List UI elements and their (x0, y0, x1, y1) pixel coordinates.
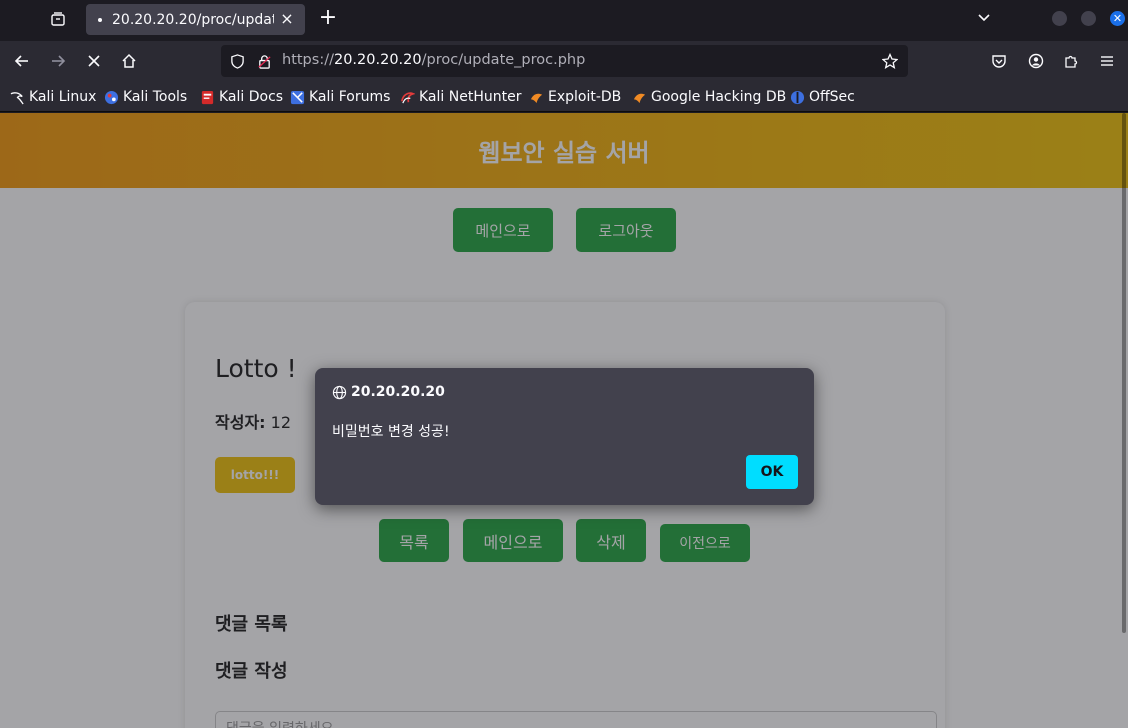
bookmark-google-hacking-db[interactable]: Google Hacking DB (632, 88, 786, 106)
bookmark-label: Kali Tools (123, 89, 188, 105)
alert-dialog: 20.20.20.20 비밀번호 변경 성공! OK (315, 368, 814, 505)
url-scheme: https:// (282, 52, 334, 68)
offsec-icon (790, 90, 805, 105)
forward-arrow-icon[interactable] (44, 47, 72, 75)
ghdb-icon (632, 90, 647, 105)
kali-forums-icon (290, 90, 305, 105)
browser-tab-active[interactable]: 20.20.20.20/proc/update_proc.php × (86, 4, 305, 35)
url-text: https://20.20.20.20/proc/update_proc.php (282, 52, 585, 68)
close-window-button[interactable]: ✕ (1110, 11, 1125, 26)
kali-tools-icon (104, 90, 119, 105)
bookmark-kali-linux[interactable]: Kali Linux (10, 88, 96, 106)
dialog-message: 비밀번호 변경 성공! (332, 424, 450, 440)
bookmark-exploit-db[interactable]: Exploit-DB (529, 88, 621, 106)
tab-overview-icon[interactable] (44, 5, 72, 33)
url-bar[interactable]: https://20.20.20.20/proc/update_proc.php (221, 45, 908, 77)
bookmark-kali-tools[interactable]: Kali Tools (104, 88, 187, 106)
site-info-lock-icon[interactable] (256, 53, 272, 69)
dialog-origin: 20.20.20.20 (332, 384, 445, 400)
kali-nethunter-icon (400, 90, 415, 105)
bookmark-kali-nethunter[interactable]: Kali NetHunter (400, 88, 521, 106)
stop-loading-icon[interactable] (80, 47, 108, 75)
tab-bar: 20.20.20.20/proc/update_proc.php × + ✕ (0, 0, 1128, 41)
tab-list-chevron-icon[interactable] (972, 6, 996, 30)
bookmark-kali-docs[interactable]: Kali Docs (200, 88, 283, 106)
dialog-origin-text: 20.20.20.20 (351, 384, 445, 400)
home-icon[interactable] (115, 47, 143, 75)
navigation-toolbar: https://20.20.20.20/proc/update_proc.php (0, 41, 1128, 81)
bookmarks-toolbar: Kali Linux Kali Tools Kali Docs Kali For… (0, 81, 1128, 112)
bookmark-label: Kali Docs (219, 89, 284, 105)
kali-dragon-icon (10, 90, 25, 105)
kali-docs-icon (200, 90, 215, 105)
page-scrollbar[interactable] (1122, 113, 1126, 633)
loading-dot-icon (98, 17, 102, 22)
account-icon[interactable] (1022, 47, 1050, 75)
bookmark-label: Kali NetHunter (419, 89, 522, 105)
tab-close-icon[interactable]: × (277, 9, 297, 29)
back-arrow-icon[interactable] (8, 47, 36, 75)
globe-icon (332, 385, 347, 400)
extensions-puzzle-icon[interactable] (1057, 47, 1085, 75)
bookmark-label: Kali Forums (309, 89, 391, 105)
dialog-ok-button[interactable]: OK (746, 455, 798, 489)
bookmark-label: Exploit-DB (548, 89, 622, 105)
bookmark-label: Google Hacking DB (651, 89, 787, 105)
new-tab-button[interactable]: + (315, 6, 341, 32)
bookmark-kali-forums[interactable]: Kali Forums (290, 88, 390, 106)
minimize-window-button[interactable] (1052, 11, 1067, 26)
tracking-protection-shield-icon[interactable] (229, 53, 245, 69)
url-host: 20.20.20.20 (333, 52, 422, 68)
app-menu-hamburger-icon[interactable] (1093, 47, 1121, 75)
pocket-icon[interactable] (985, 47, 1013, 75)
exploit-db-icon (529, 90, 544, 105)
bookmark-star-icon[interactable] (882, 53, 898, 69)
bookmark-label: OffSec (809, 89, 855, 105)
bookmark-offsec[interactable]: OffSec (790, 88, 855, 106)
url-path: /proc/update_proc.php (421, 52, 586, 68)
maximize-window-button[interactable] (1081, 11, 1096, 26)
bookmark-label: Kali Linux (29, 89, 97, 105)
tab-title: 20.20.20.20/proc/update_proc.php (112, 11, 274, 28)
